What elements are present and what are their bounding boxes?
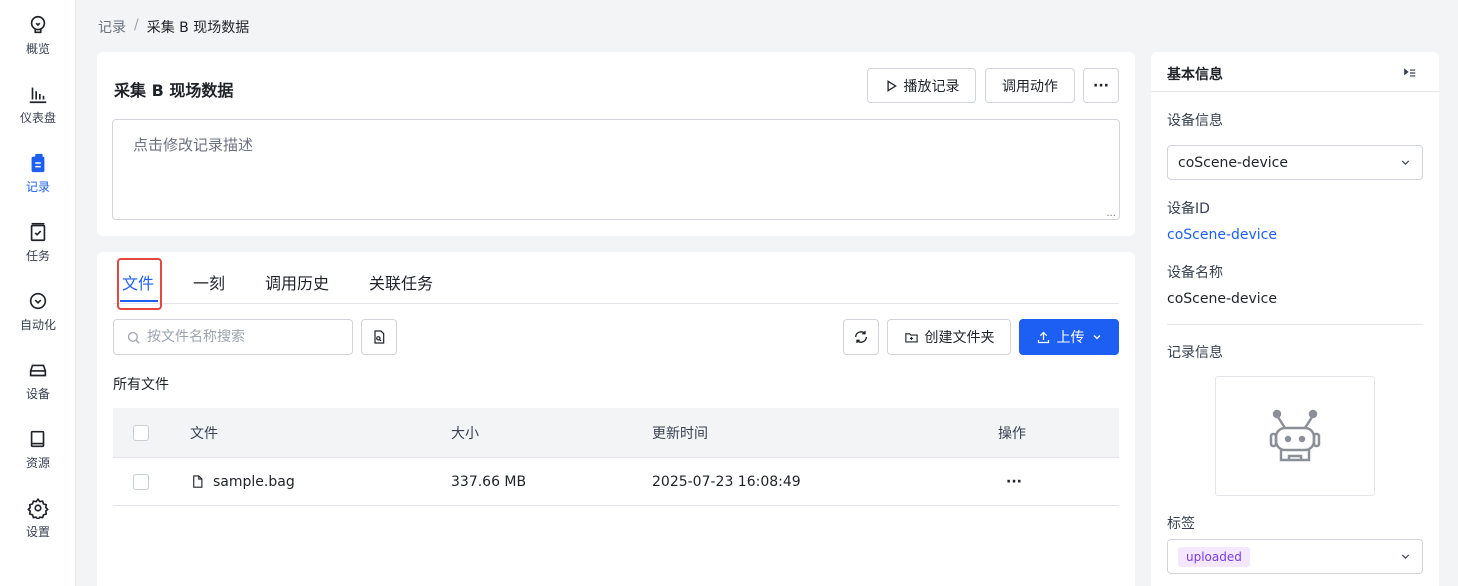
nav-label: 设置 <box>25 525 50 539</box>
collapse-panel-icon[interactable] <box>1403 66 1417 80</box>
play-record-label: 播放记录 <box>903 78 960 95</box>
panel-header: 基本信息 <box>1151 52 1439 92</box>
device-name-label: 设备名称 <box>1167 265 1223 281</box>
nav-label: 设备 <box>25 387 50 401</box>
sidebar: 概览 仪表盘 记录 任务 自动化 设备 资源 设置 <box>0 0 76 586</box>
device-select[interactable]: coScene-device <box>1167 145 1423 180</box>
play-icon <box>886 79 897 92</box>
resize-handle-icon[interactable]: ... <box>1106 209 1116 219</box>
file-icon <box>193 475 203 488</box>
nav-label: 仪表盘 <box>19 111 56 125</box>
nav-label: 自动化 <box>19 318 56 332</box>
refresh-button[interactable] <box>843 319 879 355</box>
nav-item-resources[interactable]: 资源 <box>0 426 76 486</box>
upload-button[interactable]: 上传 <box>1019 319 1119 355</box>
info-panel: 基本信息 设备信息 coScene-device 设备ID coScene-de… <box>1151 52 1439 586</box>
tags-label: 标签 <box>1167 516 1195 532</box>
file-filter-button[interactable] <box>361 319 397 355</box>
bulb-icon <box>30 15 46 34</box>
row-more-button[interactable]: ··· <box>1006 458 1022 505</box>
column-header-actions: 操作 <box>998 425 1026 442</box>
row-select-cell <box>133 458 149 505</box>
nav-item-overview[interactable]: 概览 <box>0 12 76 72</box>
record-thumbnail <box>1215 376 1375 496</box>
description-field[interactable]: 点击修改记录描述 ... <box>112 119 1120 220</box>
chevron-down-icon <box>1401 160 1410 165</box>
tags-select[interactable]: uploaded <box>1167 539 1423 574</box>
select-all-cell <box>133 408 149 457</box>
device-id-link[interactable]: coScene-device <box>1167 227 1277 243</box>
robot-icon <box>1269 409 1321 462</box>
create-folder-label: 创建文件夹 <box>924 330 995 346</box>
search-input[interactable] <box>147 329 347 345</box>
nav-item-devices[interactable]: 设备 <box>0 357 76 417</box>
record-section-label: 记录信息 <box>1167 345 1223 361</box>
files-card: 文件 一刻 调用历史 关联任务 创建文件夹 上传 所有文件 文件 大小 更新时间… <box>97 252 1135 586</box>
tab-bar: 文件 一刻 调用历史 关联任务 <box>113 252 1119 310</box>
upload-icon <box>1037 331 1049 343</box>
panel-title: 基本信息 <box>1167 67 1223 83</box>
record-icon <box>31 153 45 173</box>
device-name-value: coScene-device <box>1167 291 1277 307</box>
breadcrumb-current: 采集 B 现场数据 <box>146 20 250 36</box>
column-header-updated: 更新时间 <box>652 425 708 442</box>
row-checkbox[interactable] <box>133 473 149 490</box>
breadcrumb: 记录 / 采集 B 现场数据 <box>98 17 249 37</box>
nav-item-records[interactable]: 记录 <box>0 150 76 210</box>
device-select-value: coScene-device <box>1178 154 1288 171</box>
device-id-label: 设备ID <box>1167 201 1210 217</box>
breadcrumb-parent[interactable]: 记录 <box>98 17 126 37</box>
play-record-button[interactable]: 播放记录 <box>867 68 976 103</box>
automation-icon <box>29 292 47 310</box>
file-size: 337.66 MB <box>451 473 527 490</box>
table-row[interactable]: sample.bag 337.66 MB 2025-07-23 16:08:49… <box>113 458 1119 506</box>
more-icon: ··· <box>1093 77 1109 94</box>
divider <box>1167 324 1423 325</box>
description-placeholder: 点击修改记录描述 <box>133 136 254 154</box>
nav-item-tasks[interactable]: 任务 <box>0 219 76 279</box>
record-header-card: 采集 B 现场数据 播放记录 调用动作 ··· 点击修改记录描述 ... <box>97 52 1135 236</box>
device-icon <box>29 364 47 377</box>
file-updated: 2025-07-23 16:08:49 <box>652 473 801 490</box>
invoke-action-button[interactable]: 调用动作 <box>985 68 1075 103</box>
search-icon <box>127 331 140 344</box>
tab-invoke-history[interactable]: 调用历史 <box>265 270 329 294</box>
nav-item-dashboard[interactable]: 仪表盘 <box>0 81 76 141</box>
gear-icon <box>27 497 49 519</box>
refresh-icon <box>855 331 867 343</box>
nav-label: 任务 <box>25 249 50 263</box>
device-section-label: 设备信息 <box>1167 113 1223 129</box>
table-header: 文件 大小 更新时间 操作 <box>113 408 1119 458</box>
book-icon <box>30 430 45 448</box>
column-header-file: 文件 <box>190 425 218 442</box>
task-icon <box>30 222 46 242</box>
create-folder-button[interactable]: 创建文件夹 <box>887 319 1011 355</box>
page-title: 采集 B 现场数据 <box>114 81 234 100</box>
breadcrumb-separator: / <box>134 17 139 33</box>
nav-label: 概览 <box>25 42 50 56</box>
nav-item-settings[interactable]: 设置 <box>0 495 76 555</box>
select-all-checkbox[interactable] <box>133 424 149 441</box>
file-name-cell[interactable]: sample.bag <box>190 458 295 505</box>
file-search[interactable] <box>113 319 353 355</box>
nav-label: 记录 <box>25 180 50 194</box>
nav-item-automation[interactable]: 自动化 <box>0 288 76 348</box>
column-header-size: 大小 <box>451 425 479 442</box>
tab-files-highlight <box>117 258 162 310</box>
tab-related-tasks[interactable]: 关联任务 <box>369 270 433 294</box>
chevron-down-icon <box>1093 335 1100 340</box>
chart-icon <box>29 87 47 104</box>
chevron-down-icon <box>1401 554 1410 559</box>
more-button[interactable]: ··· <box>1083 68 1119 103</box>
file-search-icon <box>374 330 385 344</box>
files-table: 文件 大小 更新时间 操作 sample.bag 337.66 MB 2025-… <box>113 408 1119 506</box>
upload-label: 上传 <box>1056 330 1085 346</box>
section-title: 所有文件 <box>113 377 169 393</box>
invoke-action-label: 调用动作 <box>1002 78 1058 95</box>
folder-plus-icon <box>904 332 918 342</box>
tab-moments[interactable]: 一刻 <box>193 270 225 294</box>
nav-label: 资源 <box>25 456 50 470</box>
file-name[interactable]: sample.bag <box>213 474 295 490</box>
tag-badge: uploaded <box>1178 546 1250 567</box>
